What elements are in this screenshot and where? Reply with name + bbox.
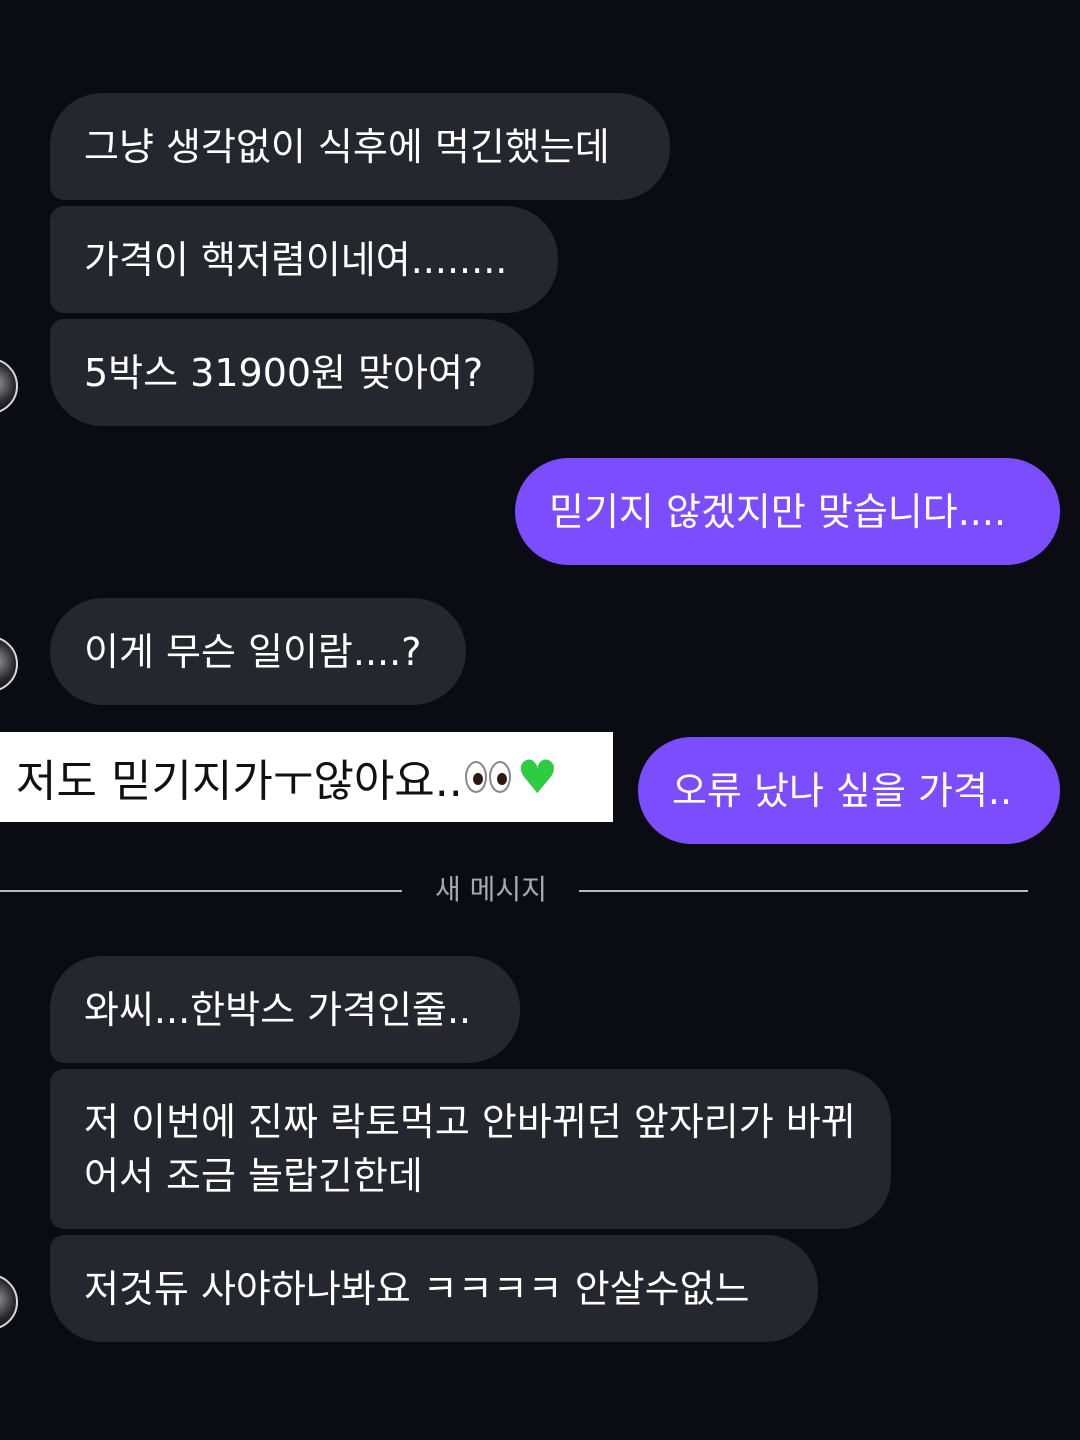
sender-avatar[interactable]	[0, 1274, 18, 1330]
message-text: 이게 무슨 일이람....?	[84, 629, 422, 674]
sender-avatar[interactable]	[0, 636, 18, 692]
message-text: 5박스 31900원 맞아여?	[84, 350, 484, 395]
incoming-message: 5박스 31900원 맞아여?	[50, 319, 534, 426]
message-text: 가격이 핵저렴이네여........	[84, 237, 508, 282]
incoming-message: 그냥 생각없이 식후에 먹긴했는데	[50, 93, 670, 200]
divider-line-left	[0, 890, 402, 892]
eyes-emoji	[464, 761, 487, 793]
message-text: 저 이번에 진짜 락토먹고 안바뀌던 앞자리가 바뀌어서 조금 놀랍긴한데	[84, 1100, 856, 1198]
outgoing-message: 믿기지 않겠지만 맞습니다....	[515, 458, 1060, 565]
incoming-message: 저 이번에 진짜 락토먹고 안바뀌던 앞자리가 바뀌어서 조금 놀랍긴한데	[50, 1069, 891, 1229]
message-text: 믿기지 않겠지만 맞습니다....	[549, 489, 1007, 534]
incoming-message: 와씨...한박스 가격인줄..	[50, 956, 520, 1063]
sender-avatar[interactable]	[0, 358, 18, 414]
outgoing-message: 오류 났나 싶을 가격..	[638, 737, 1060, 844]
message-text: 그냥 생각없이 식후에 먹긴했는데	[84, 124, 610, 169]
incoming-message: 저것듀 사야하나봐요 ㅋㅋㅋㅋ 안살수없느	[50, 1235, 818, 1342]
divider-line-right	[579, 890, 1028, 892]
new-message-divider-label: 새 메시지	[435, 873, 547, 906]
caption-overlay: 저도 믿기지가ㅜ않아요.. ♥	[0, 732, 613, 822]
incoming-message: 가격이 핵저렴이네여........	[50, 206, 558, 313]
caption-text: 저도 믿기지가ㅜ않아요..	[16, 756, 463, 807]
message-text: 와씨...한박스 가격인줄..	[84, 987, 472, 1032]
incoming-message: 이게 무슨 일이람....?	[50, 598, 466, 705]
eyes-emoji	[488, 761, 511, 793]
green-heart-emoji: ♥	[516, 750, 559, 804]
message-text: 오류 났나 싶을 가격..	[672, 768, 1013, 813]
message-text: 저것듀 사야하나봐요 ㅋㅋㅋㅋ 안살수없느	[84, 1266, 750, 1311]
